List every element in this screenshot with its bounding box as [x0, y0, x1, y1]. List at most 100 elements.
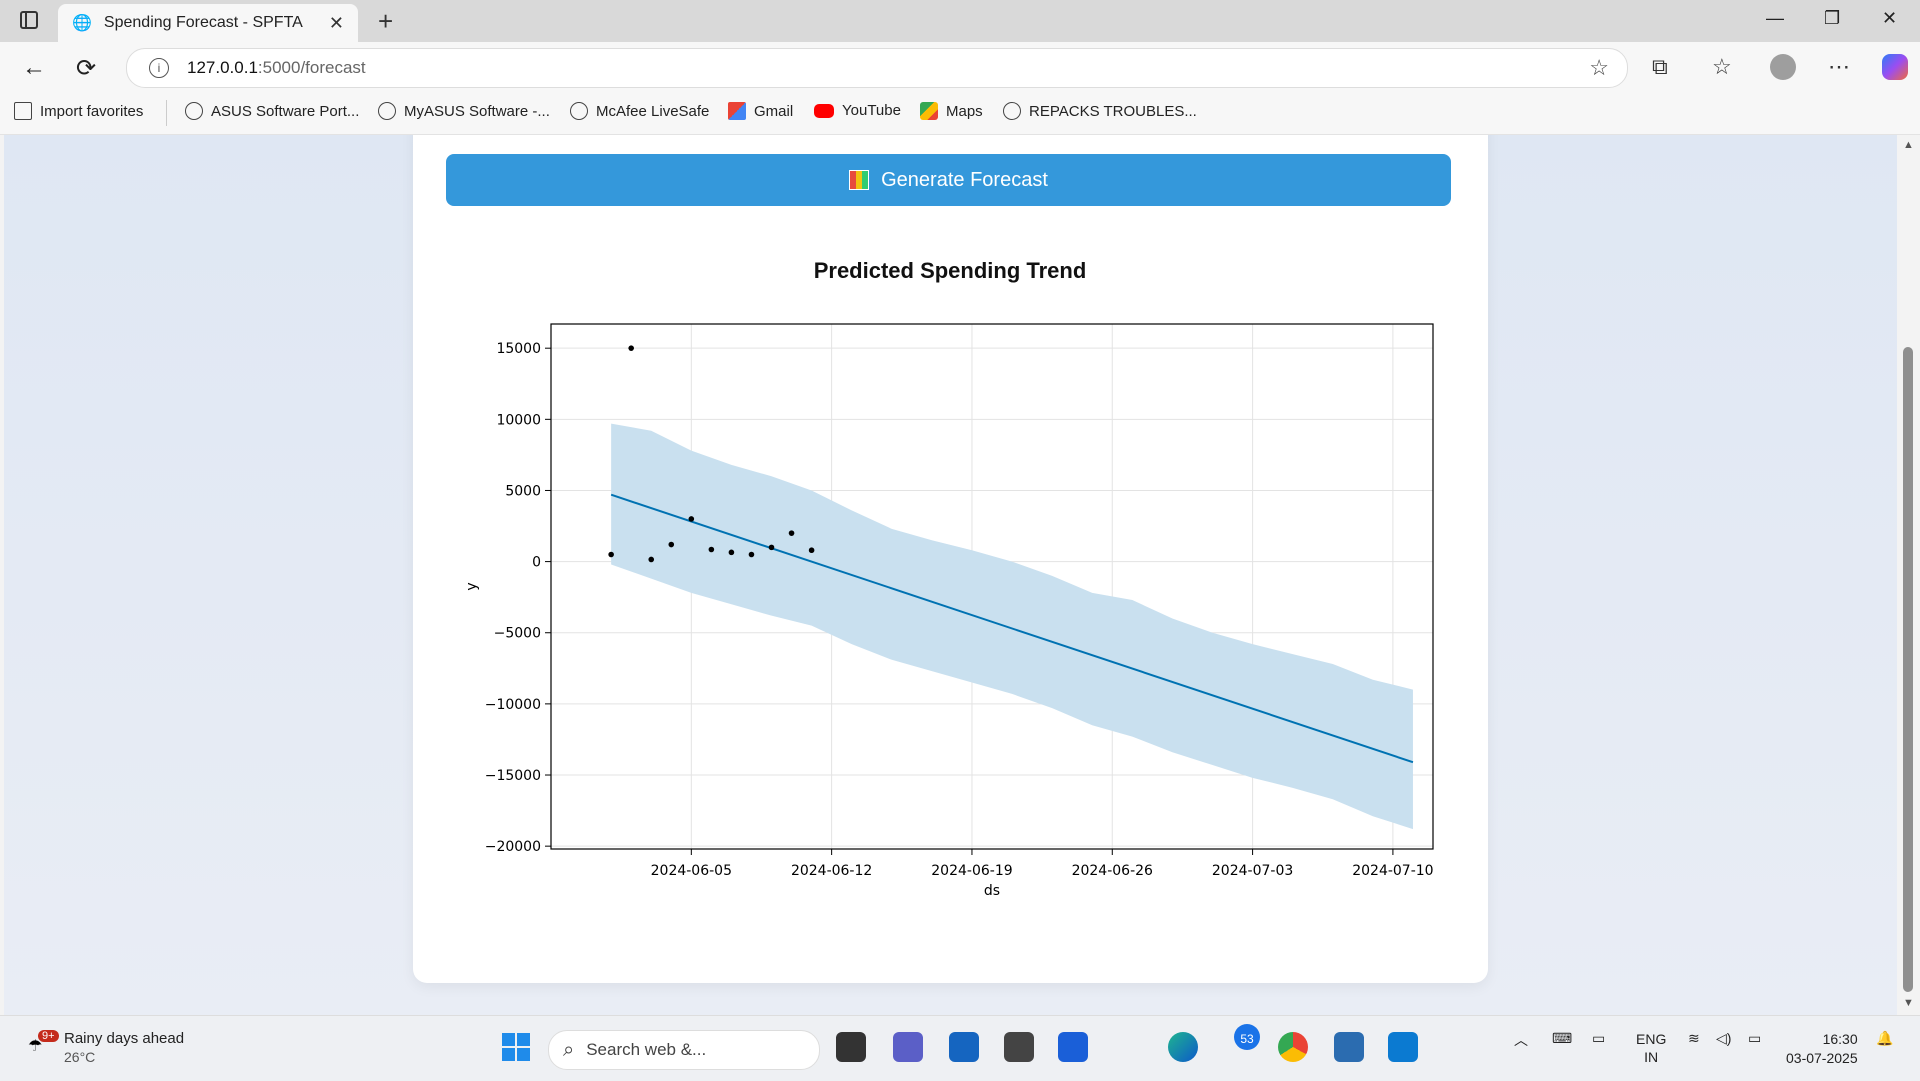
globe-icon: 🌐	[72, 15, 92, 32]
tab-active[interactable]: 🌐 Spending Forecast - SPFTA ✕	[58, 4, 358, 42]
weather-widget[interactable]: ☂ 9+ Rainy days ahead 26°C	[28, 1030, 184, 1066]
globe-icon	[570, 102, 588, 120]
taskbar: ☂ 9+ Rainy days ahead 26°C ⌕ Search web &…	[0, 1015, 1920, 1081]
y-axis-label: y	[464, 582, 480, 590]
office-icon[interactable]	[1058, 1032, 1088, 1062]
x-tick-label: 2024-06-19	[931, 863, 1012, 879]
gmail-icon	[728, 102, 746, 120]
back-icon[interactable]: ←	[22, 54, 46, 82]
data-point	[748, 551, 755, 558]
notification-badge[interactable]: 53	[1234, 1024, 1260, 1050]
vscode-icon[interactable]	[1388, 1032, 1418, 1062]
y-tick-label: 5000	[505, 483, 541, 499]
restore-icon[interactable]: ❐	[1824, 8, 1840, 29]
bookmark-import-favorites[interactable]: Import favorites	[14, 102, 143, 120]
site-info-icon[interactable]: i	[149, 58, 169, 78]
x-tick-label: 2024-07-10	[1352, 863, 1433, 879]
x-tick-label: 2024-06-26	[1072, 863, 1153, 879]
scroll-up-icon[interactable]: ▲	[1903, 139, 1914, 151]
scrollbar-thumb[interactable]	[1903, 347, 1913, 992]
clock[interactable]: 16:30 03-07-2025	[1786, 1030, 1858, 1068]
chart-title: Predicted Spending Trend	[813, 258, 1087, 283]
weather-badge: 9+	[38, 1030, 59, 1042]
data-point	[608, 551, 614, 558]
weather-temp: 26°C	[64, 1049, 96, 1065]
bookmarks-separator	[166, 100, 167, 126]
y-tick-label: 10000	[496, 412, 541, 428]
y-tick-label: −15000	[485, 768, 541, 784]
bookmark-youtube[interactable]: YouTube	[814, 102, 901, 119]
bookmarks-bar: Import favorites ASUS Software Port... M…	[0, 92, 1920, 135]
data-point	[768, 544, 775, 551]
globe-icon	[1003, 102, 1021, 120]
chrome-icon[interactable]	[1278, 1032, 1308, 1062]
weather-text: Rainy days ahead	[64, 1030, 185, 1047]
maps-icon	[920, 102, 938, 120]
close-icon[interactable]: ✕	[329, 13, 344, 34]
minimize-icon[interactable]: —	[1766, 8, 1784, 29]
bookmark-maps[interactable]: Maps	[920, 102, 983, 120]
chevron-up-icon[interactable]: ︿	[1514, 1030, 1528, 1050]
search-placeholder: Search web &...	[586, 1040, 707, 1059]
y-tick-label: 15000	[496, 341, 541, 357]
data-point	[628, 345, 634, 351]
window-close-icon[interactable]: ✕	[1882, 8, 1897, 29]
tab-bar: 🌐 Spending Forecast - SPFTA ✕ + — ❐ ✕	[0, 0, 1920, 42]
generate-forecast-label: Generate Forecast	[881, 168, 1048, 191]
bookmark-myasus[interactable]: MyASUS Software -...	[378, 102, 550, 120]
file-explorer-icon[interactable]	[836, 1032, 866, 1062]
teams-icon[interactable]	[893, 1032, 923, 1062]
forecast-trend-line	[610, 493, 1414, 764]
clock-time: 16:30	[1822, 1031, 1858, 1047]
data-point	[788, 530, 795, 536]
extensions-icon[interactable]: ⧉	[1652, 54, 1668, 80]
start-button[interactable]	[502, 1033, 530, 1061]
x-tick-label: 2024-07-03	[1212, 863, 1293, 879]
umbrella-icon: ☂ 9+	[28, 1030, 59, 1060]
tab-actions-icon[interactable]	[20, 11, 38, 29]
volume-icon[interactable]: ◁)	[1716, 1030, 1731, 1047]
clock-date: 03-07-2025	[1786, 1050, 1858, 1066]
x-axis-label: ds	[984, 883, 1000, 899]
folder-icon	[14, 102, 32, 120]
scroll-down-icon[interactable]: ▼	[1903, 997, 1914, 1009]
store-icon[interactable]	[949, 1032, 979, 1062]
language-indicator[interactable]: ENG IN	[1636, 1030, 1666, 1066]
notifications-icon[interactable]: 🔔	[1876, 1030, 1893, 1047]
data-point	[648, 556, 655, 563]
globe-icon	[378, 102, 396, 120]
app-icon[interactable]	[1004, 1032, 1034, 1062]
bookmark-gmail[interactable]: Gmail	[728, 102, 793, 120]
y-tick-label: −5000	[494, 626, 541, 642]
keyboard-icon[interactable]: ⌨	[1552, 1030, 1572, 1047]
profile-avatar[interactable]	[1770, 54, 1796, 80]
favorites-icon[interactable]: ☆	[1712, 54, 1732, 80]
address-bar[interactable]: i 127.0.0.1:5000/forecast ☆	[126, 48, 1628, 88]
copilot-icon[interactable]	[1882, 54, 1908, 80]
address-row: ← ⟳ i 127.0.0.1:5000/forecast ☆ ⧉ ☆ ⋯	[0, 42, 1920, 92]
data-point	[808, 547, 815, 554]
new-tab-button[interactable]: +	[378, 6, 393, 37]
battery-icon[interactable]: ▭	[1748, 1030, 1761, 1047]
taskbar-search[interactable]: ⌕ Search web &...	[548, 1030, 820, 1070]
uncertainty-band	[611, 423, 1413, 830]
data-point	[688, 516, 695, 522]
generate-forecast-button[interactable]: Generate Forecast	[446, 154, 1451, 206]
y-tick-label: 0	[532, 555, 541, 571]
bookmark-asus[interactable]: ASUS Software Port...	[185, 102, 359, 120]
globe-icon	[185, 102, 203, 120]
refresh-icon[interactable]: ⟳	[76, 54, 96, 83]
wifi-icon[interactable]: ≋	[1688, 1030, 1700, 1047]
bar-chart-icon	[849, 170, 870, 190]
bookmark-mcafee[interactable]: McAfee LiveSafe	[570, 102, 709, 120]
edge-icon[interactable]	[1168, 1032, 1198, 1062]
bookmark-repacks[interactable]: REPACKS TROUBLES...	[1003, 102, 1197, 120]
more-menu-icon[interactable]: ⋯	[1828, 54, 1850, 80]
page-scrollbar[interactable]: ▲ ▼	[1897, 135, 1920, 1015]
y-tick-label: −20000	[485, 839, 541, 855]
favorite-star-icon[interactable]: ☆	[1589, 55, 1609, 81]
search-icon: ⌕	[563, 1038, 575, 1061]
display-icon[interactable]: ▭	[1592, 1030, 1605, 1047]
notepad-icon[interactable]	[1334, 1032, 1364, 1062]
data-point	[708, 546, 715, 553]
